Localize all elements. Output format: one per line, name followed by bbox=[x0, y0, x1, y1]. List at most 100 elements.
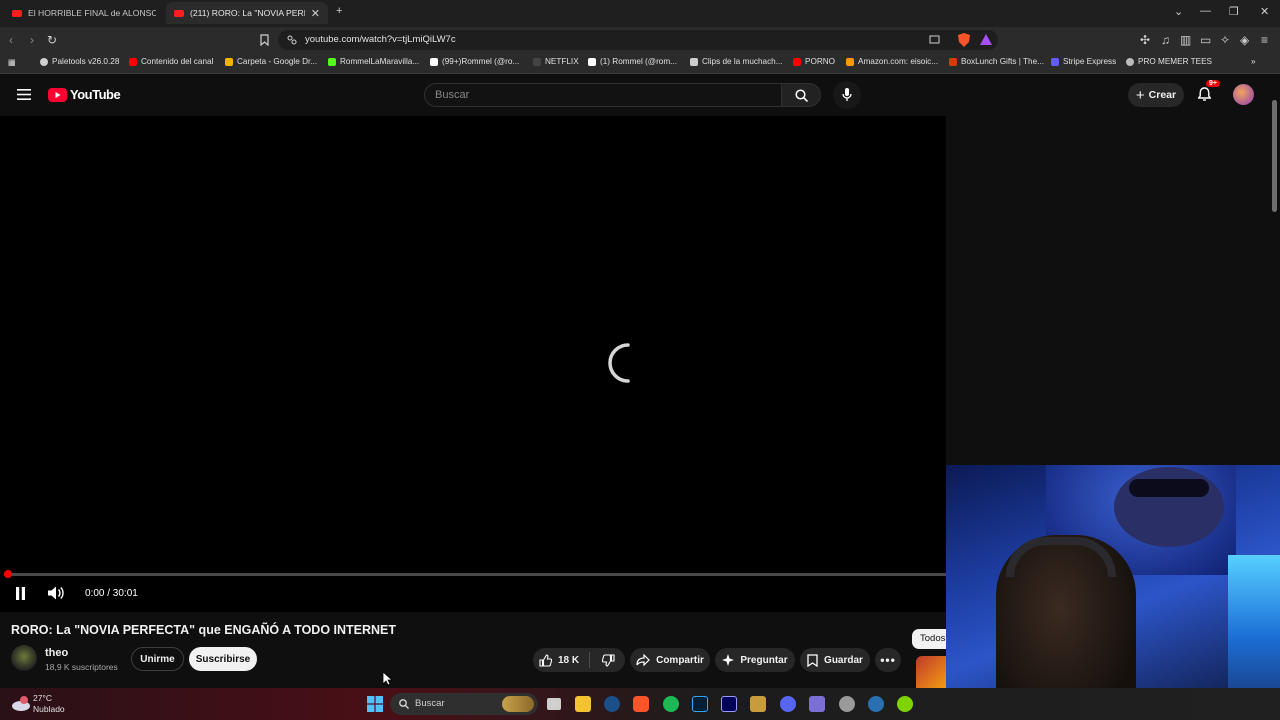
bookmark-label: (1) Rommel (@rom... bbox=[600, 57, 677, 66]
bookmark-icon[interactable] bbox=[260, 34, 269, 46]
subscribe-button[interactable]: Suscribirse bbox=[189, 647, 257, 671]
more-dots-icon: ••• bbox=[880, 653, 896, 667]
more-actions-button[interactable]: ••• bbox=[875, 648, 901, 672]
bookmark-item[interactable]: BoxLunch Gifts | The... bbox=[949, 57, 1044, 66]
video-title: RORO: La "NOVIA PERFECTA" que ENGAÑÓ A T… bbox=[11, 623, 397, 637]
bookmark-item[interactable]: RommelLaMaravilla... bbox=[328, 57, 419, 66]
brave-shield-icon[interactable] bbox=[958, 33, 970, 47]
obs-icon[interactable] bbox=[839, 696, 855, 712]
bookmark-favicon-icon bbox=[1126, 57, 1134, 66]
search-button[interactable] bbox=[781, 83, 821, 107]
thumbs-down-icon[interactable] bbox=[602, 653, 615, 667]
apps-grid-icon[interactable]: ▦ bbox=[8, 57, 16, 67]
video-player[interactable]: 0:00 / 30:01 bbox=[0, 116, 946, 612]
back-icon[interactable]: ‹ bbox=[9, 33, 13, 47]
youtube-favicon-icon bbox=[174, 9, 184, 17]
create-button[interactable]: + Crear bbox=[1128, 83, 1184, 107]
weather-description: Nublado bbox=[33, 704, 65, 714]
task-view-icon[interactable] bbox=[547, 698, 561, 710]
close-tab-icon[interactable]: ✕ bbox=[311, 7, 320, 20]
channel-avatar[interactable] bbox=[11, 645, 37, 671]
steam-client-icon[interactable] bbox=[868, 696, 884, 712]
bookmark-item[interactable]: PRO MEMER TEES bbox=[1126, 57, 1212, 66]
new-tab-button[interactable]: + bbox=[336, 5, 342, 17]
wallet-icon[interactable]: ▭ bbox=[1200, 33, 1211, 47]
bookmark-favicon-icon bbox=[328, 57, 336, 66]
browser-tab-1[interactable]: El HORRIBLE FINAL de ALONSO - Yo bbox=[4, 2, 164, 24]
discord-icon[interactable] bbox=[780, 696, 796, 712]
league-of-legends-icon[interactable] bbox=[750, 696, 766, 712]
browser-tab-bar: El HORRIBLE FINAL de ALONSO - Yo (211) R… bbox=[0, 0, 1280, 27]
sidebar-icon[interactable]: ▥ bbox=[1180, 33, 1191, 47]
windows-start-icon[interactable] bbox=[367, 696, 383, 712]
page-scrollbar-thumb[interactable] bbox=[1272, 100, 1277, 212]
account-avatar[interactable] bbox=[1233, 84, 1254, 105]
bookmark-item[interactable]: PORNO bbox=[793, 57, 835, 66]
join-button[interactable]: Unirme bbox=[131, 647, 184, 671]
brave-rewards-icon[interactable] bbox=[980, 34, 992, 45]
bookmark-favicon-icon bbox=[793, 57, 801, 66]
spotify-icon[interactable] bbox=[663, 696, 679, 712]
photoshop-icon[interactable] bbox=[692, 696, 708, 712]
pause-icon[interactable] bbox=[15, 587, 26, 600]
bookmark-item[interactable]: Contenido del canal bbox=[129, 57, 213, 66]
youtube-logo[interactable]: YouTube bbox=[48, 87, 121, 102]
close-window-icon[interactable]: ✕ bbox=[1260, 5, 1269, 18]
weather-temperature: 27°C bbox=[33, 693, 52, 703]
bookmark-item[interactable]: Carpeta - Google Dr... bbox=[225, 57, 317, 66]
bookmark-item[interactable]: Paletools v26.0.28 bbox=[40, 57, 119, 66]
bookmark-label: NETFLIX bbox=[545, 57, 579, 66]
bookmark-item[interactable]: Stripe Express bbox=[1051, 57, 1116, 66]
like-button[interactable]: 18 K bbox=[539, 653, 579, 667]
chat-app-icon[interactable] bbox=[897, 696, 913, 712]
leo-ai-icon[interactable]: ✧ bbox=[1220, 33, 1230, 47]
tab-search-chevron-icon[interactable]: ⌄ bbox=[1174, 5, 1183, 18]
file-explorer-icon[interactable] bbox=[575, 696, 591, 712]
steam-icon[interactable] bbox=[604, 696, 620, 712]
maximize-icon[interactable]: ❐ bbox=[1229, 5, 1239, 18]
volume-icon[interactable] bbox=[48, 586, 64, 600]
premiere-icon[interactable] bbox=[721, 696, 737, 712]
notifications-bell-icon[interactable] bbox=[1198, 87, 1211, 102]
progress-bar[interactable] bbox=[6, 573, 946, 576]
microphone-icon bbox=[842, 88, 852, 101]
thumbs-up-icon bbox=[539, 653, 552, 667]
search-highlight-image bbox=[502, 696, 534, 712]
forward-icon[interactable]: › bbox=[30, 33, 34, 47]
vpn-icon[interactable]: ◈ bbox=[1240, 33, 1249, 47]
search-input[interactable]: Buscar bbox=[424, 83, 782, 107]
menu-icon[interactable]: ≡ bbox=[1261, 33, 1268, 47]
browser-tab-2[interactable]: (211) RORO: La "NOVIA PERFECT ✕ bbox=[166, 2, 328, 24]
bookmark-item[interactable]: Clips de la muchach... bbox=[690, 57, 783, 66]
bookmark-label: PORNO bbox=[805, 57, 836, 66]
extensions-icon[interactable]: ✣ bbox=[1140, 33, 1150, 47]
youtube-favicon-icon bbox=[12, 9, 22, 17]
bookmark-item[interactable]: (99+)Rommel (@ro... bbox=[430, 57, 519, 66]
recommended-thumbnail[interactable] bbox=[916, 656, 946, 688]
media-icon[interactable]: ♫ bbox=[1161, 33, 1170, 47]
minimize-icon[interactable]: — bbox=[1200, 5, 1211, 17]
bookmark-item[interactable]: (1) Rommel (@rom... bbox=[588, 57, 677, 66]
share-button[interactable]: Compartir bbox=[630, 648, 710, 672]
voice-search-button[interactable] bbox=[833, 81, 861, 109]
progress-scrubber[interactable] bbox=[4, 570, 12, 578]
taskbar-search[interactable]: Buscar bbox=[390, 693, 538, 715]
bookmark-label: PRO MEMER TEES bbox=[1138, 57, 1213, 66]
hamburger-menu-icon[interactable] bbox=[17, 89, 31, 100]
reload-icon[interactable]: ↻ bbox=[47, 33, 57, 47]
bookmark-item[interactable]: Amazon.com: eisoic... bbox=[846, 57, 938, 66]
more-bookmarks-icon[interactable]: » bbox=[1251, 57, 1256, 66]
address-bar[interactable]: youtube.com/watch?v=tjLmiQiLW7c bbox=[278, 30, 998, 50]
game-controller-icon[interactable] bbox=[809, 696, 825, 712]
site-info-icon[interactable] bbox=[287, 35, 297, 45]
save-button[interactable]: Guardar bbox=[800, 648, 870, 672]
brave-browser-icon[interactable] bbox=[633, 696, 649, 712]
bookmark-label: (99+)Rommel (@ro... bbox=[442, 57, 520, 66]
ask-button[interactable]: Preguntar bbox=[715, 648, 795, 672]
bookmark-label: Carpeta - Google Dr... bbox=[237, 57, 318, 66]
bookmark-favicon-icon bbox=[225, 57, 233, 66]
weather-cloud-icon[interactable] bbox=[11, 694, 31, 712]
cast-icon[interactable] bbox=[929, 35, 940, 44]
bookmark-item[interactable]: NETFLIX bbox=[533, 57, 579, 66]
channel-name[interactable]: theo bbox=[45, 647, 68, 659]
